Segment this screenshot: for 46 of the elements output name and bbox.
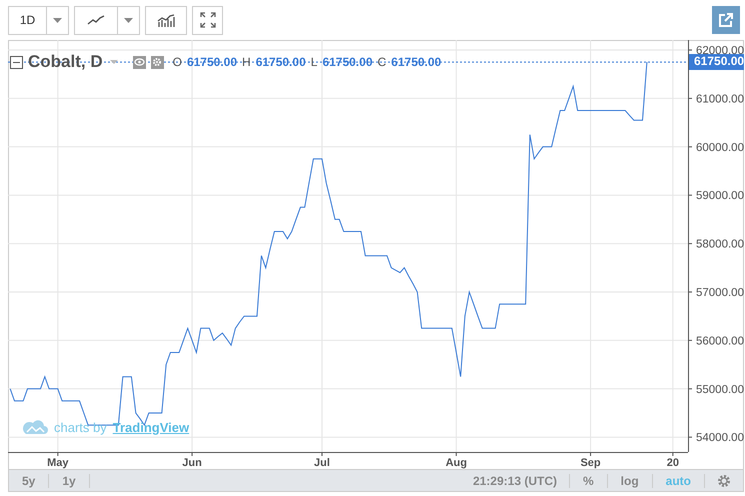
scale-option[interactable]: auto [652, 474, 705, 488]
time-axis-label: Jul [314, 457, 330, 469]
tradingview-link[interactable]: TradingView [112, 420, 190, 434]
ohlc-value: 61750.00 [391, 55, 442, 69]
caret-icon [53, 18, 62, 22]
open-external-button[interactable] [712, 6, 740, 34]
ohlc-value: 61750.00 [256, 55, 306, 69]
last-price-badge: 61750.00 [689, 54, 744, 70]
scale-option[interactable]: % [570, 474, 608, 488]
time-axis-label: Jun [182, 457, 202, 469]
indicators-button[interactable] [145, 6, 187, 34]
range-button[interactable]: 1y [49, 474, 90, 488]
eye-icon[interactable] [132, 56, 146, 68]
price-axis-label: 55000.00 [696, 384, 744, 396]
price-axis-label: 54000.00 [696, 432, 744, 444]
ohlc-label: L [310, 55, 318, 69]
bar-chart-icon [157, 14, 175, 26]
price-axis-label: 57000.00 [696, 287, 744, 299]
price-axis-label: 58000.00 [696, 238, 744, 251]
cloud-logo-icon [22, 419, 48, 435]
price-axis-label: 61000.00 [696, 93, 744, 106]
fullscreen-button[interactable] [192, 6, 223, 34]
ohlc-value: 61750.00 [186, 55, 238, 69]
ohlc-label: C [378, 55, 386, 69]
ohlc-label: H [242, 55, 251, 69]
ohlc-value: 61750.00 [322, 55, 372, 69]
collapse-icon[interactable] [10, 56, 23, 68]
fullscreen-icon [200, 12, 216, 28]
caret-icon[interactable] [110, 60, 118, 64]
range-button[interactable]: 5y [9, 474, 50, 488]
line-chart-icon [87, 15, 105, 25]
ohlc-label: O [172, 55, 182, 69]
price-axis-label: 56000.00 [696, 335, 744, 348]
time-axis-label: 20 [666, 457, 679, 469]
symbol-title: Cobalt, D [28, 52, 103, 72]
price-axis-label: 60000.00 [696, 142, 744, 154]
external-link-icon [718, 12, 734, 28]
scale-option[interactable]: log [608, 474, 653, 488]
caret-icon [124, 18, 133, 22]
clock-text: 21:29:13 (UTC) [460, 474, 570, 488]
time-axis-label: May [47, 457, 68, 469]
price-axis-label: 59000.00 [696, 190, 744, 202]
time-axis-label: Sep [580, 457, 601, 469]
settings-icon[interactable] [150, 56, 164, 68]
settings-icon[interactable] [717, 474, 731, 488]
time-axis-label: Aug [446, 457, 467, 469]
